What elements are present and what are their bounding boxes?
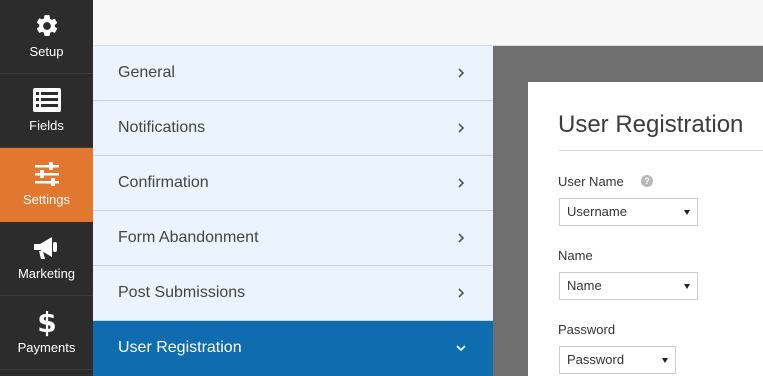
sidebar-item-label: Settings <box>23 192 70 207</box>
settings-menu-item-notifications[interactable]: Notifications <box>93 101 493 156</box>
settings-menu-item-post-submissions[interactable]: Post Submissions <box>93 266 493 321</box>
dropdown-caret-icon <box>662 358 668 363</box>
menu-item-label: Post Submissions <box>118 284 246 301</box>
settings-menu: General Notifications Confirmation Form … <box>93 46 493 376</box>
settings-menu-item-confirmation[interactable]: Confirmation <box>93 156 493 211</box>
sliders-icon <box>32 160 62 188</box>
chevron-right-icon <box>458 68 465 78</box>
help-icon[interactable]: ? <box>641 175 653 187</box>
menu-item-label: General <box>118 64 175 81</box>
sidebar-item-label: Setup <box>29 44 64 59</box>
gear-icon <box>32 12 62 40</box>
select-value: Username <box>567 204 627 219</box>
sidebar-item-label: Fields <box>29 118 64 133</box>
dollar-icon: $ <box>32 307 62 337</box>
section-title: User Registration <box>558 111 744 138</box>
settings-menu-item-form-abandonment[interactable]: Form Abandonment <box>93 211 493 266</box>
megaphone-icon <box>32 234 62 262</box>
chevron-right-icon <box>458 123 465 133</box>
menu-item-label: Form Abandonment <box>118 229 259 246</box>
fields-list-icon <box>32 86 62 114</box>
chevron-right-icon <box>458 178 465 188</box>
top-bar <box>93 0 763 46</box>
sidebar-item-fields[interactable]: Fields <box>0 74 93 148</box>
sidebar-item-label: Marketing <box>17 266 76 281</box>
select-value: Name <box>567 278 602 293</box>
sidebar-item-settings[interactable]: Settings <box>0 148 93 222</box>
chevron-right-icon <box>458 288 465 298</box>
sidebar-item-setup[interactable]: Setup <box>0 0 93 74</box>
builder-sidebar: Setup Fields Settings Marketing $ Paymen… <box>0 0 93 376</box>
user-name-label: User Name <box>558 174 624 189</box>
svg-text:$: $ <box>37 307 56 337</box>
menu-item-label: User Registration <box>118 339 242 356</box>
dropdown-caret-icon <box>684 284 690 289</box>
chevron-right-icon <box>458 233 465 243</box>
settings-menu-item-user-registration[interactable]: User Registration <box>93 321 493 376</box>
form-settings-card: User Registration User Name ? Username N… <box>528 82 763 376</box>
chevron-down-icon <box>456 345 466 352</box>
password-select[interactable]: Password <box>559 346 676 374</box>
password-label: Password <box>558 322 616 337</box>
settings-menu-item-general[interactable]: General <box>93 46 493 101</box>
user-name-select[interactable]: Username <box>559 198 698 226</box>
settings-content-panel: User Registration User Name ? Username N… <box>493 46 763 376</box>
dropdown-caret-icon <box>684 210 690 215</box>
menu-item-label: Notifications <box>118 119 206 136</box>
name-label: Name <box>558 248 593 263</box>
name-select[interactable]: Name <box>559 272 698 300</box>
sidebar-item-payments[interactable]: $ Payments <box>0 296 93 370</box>
sidebar-item-marketing[interactable]: Marketing <box>0 222 93 296</box>
sidebar-item-label: Payments <box>17 340 76 355</box>
select-value: Password <box>567 352 625 367</box>
menu-item-label: Confirmation <box>118 174 209 191</box>
title-divider <box>558 150 763 151</box>
